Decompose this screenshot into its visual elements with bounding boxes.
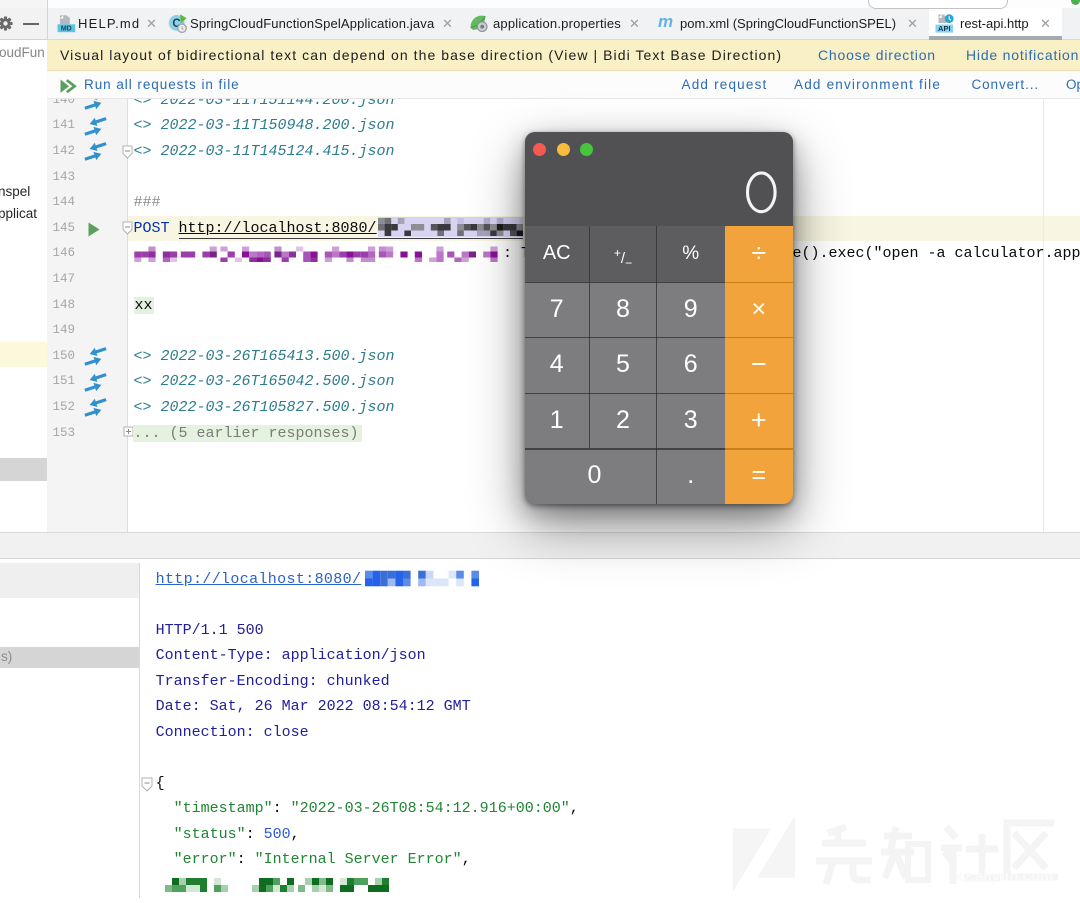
svg-text:xz.aliyun.com: xz.aliyun.com — [955, 868, 1053, 885]
